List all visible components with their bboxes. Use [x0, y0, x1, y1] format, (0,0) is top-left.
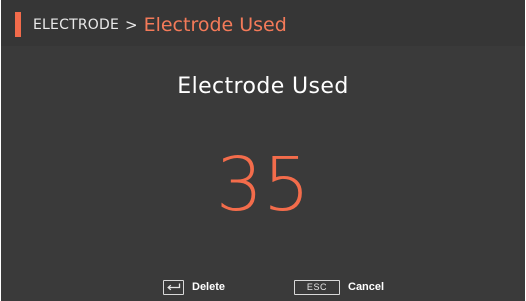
setting-title: Electrode Used — [177, 74, 349, 99]
header-accent-bar — [15, 12, 21, 37]
delete-label: Delete — [192, 281, 226, 293]
cancel-label: Cancel — [348, 281, 385, 293]
breadcrumb: ELECTRODE > Electrode Used — [33, 12, 287, 37]
delete-hint[interactable]: Delete — [163, 277, 225, 297]
electrode-used-count: 35 — [215, 142, 311, 228]
cancel-hint[interactable]: ESC Cancel — [294, 277, 384, 297]
breadcrumb-parent[interactable]: ELECTRODE — [33, 17, 119, 33]
device-screen: ELECTRODE > Electrode Used Electrode Use… — [1, 0, 525, 301]
enter-key-icon — [163, 279, 184, 295]
header-bar: ELECTRODE > Electrode Used — [1, 0, 525, 46]
key-hints-footer: Delete ESC Cancel — [1, 277, 525, 297]
breadcrumb-separator: > — [125, 15, 138, 34]
esc-key-icon: ESC — [294, 279, 340, 295]
enter-arrow-icon — [167, 283, 181, 290]
breadcrumb-current: Electrode Used — [143, 13, 287, 36]
